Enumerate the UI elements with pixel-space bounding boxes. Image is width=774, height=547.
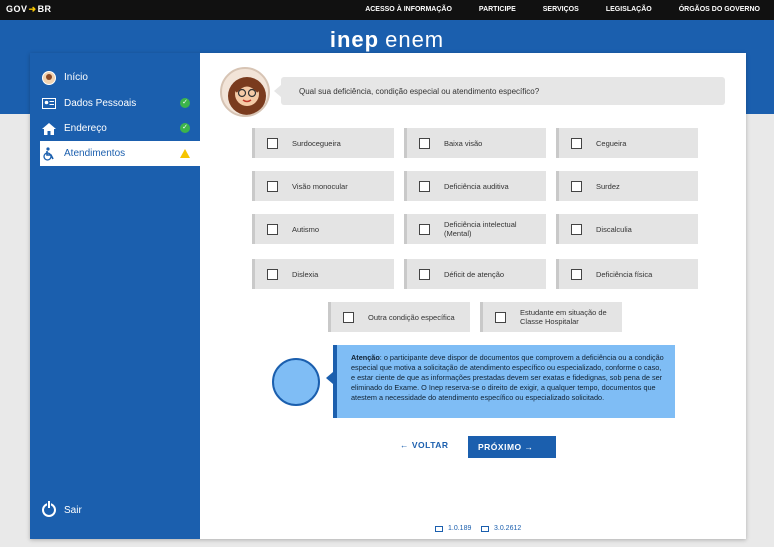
checkbox[interactable]	[495, 311, 506, 323]
checkbox[interactable]	[419, 137, 430, 149]
checkbox[interactable]	[571, 223, 582, 235]
server-icon	[481, 525, 489, 532]
power-icon	[42, 501, 56, 517]
option-dislexia[interactable]: Dislexia	[252, 259, 394, 289]
option-label: Baixa visão	[444, 138, 483, 148]
option-deficiencia-intelectual[interactable]: Deficiência intelectual (Mental)	[404, 214, 546, 244]
checkbox[interactable]	[267, 180, 278, 192]
option-baixa-visao[interactable]: Baixa visão	[404, 128, 546, 158]
option-label: Discalculia	[596, 224, 632, 234]
gov-logo-arrow-icon: ➜	[28, 4, 37, 14]
gov-br-logo[interactable]: GOV➜BR	[6, 4, 52, 15]
option-surdez[interactable]: Surdez	[556, 171, 698, 201]
option-label: Surdez	[596, 181, 620, 191]
gov-top-bar: GOV➜BR ACESSO À INFORMAÇÃO PARTICIPE SER…	[0, 0, 774, 20]
sidebar-item-label: Atendimentos	[64, 148, 126, 159]
option-label: Dislexia	[292, 269, 319, 279]
check-icon: ✓	[180, 98, 190, 108]
monitor-icon	[435, 525, 443, 532]
option-discalculia[interactable]: Discalculia	[556, 214, 698, 244]
version-right-text: 3.0.2612	[494, 525, 522, 532]
link-acesso-informacao[interactable]: ACESSO À INFORMAÇÃO	[365, 6, 452, 13]
option-surdocegueira[interactable]: Surdocegueira	[252, 128, 394, 158]
option-label: Surdocegueira	[292, 138, 341, 148]
warning-icon	[180, 149, 190, 158]
notice-text: : o participante deve dispor de document…	[351, 353, 664, 402]
assistant-avatar	[220, 67, 270, 117]
version-backend: 3.0.2612	[481, 525, 521, 532]
home-icon	[42, 122, 56, 136]
sidebar-item-inicio[interactable]: Início	[40, 65, 200, 90]
logout-label: Sair	[64, 504, 82, 516]
link-orgaos-governo[interactable]: ÓRGÃOS DO GOVERNO	[679, 6, 760, 13]
option-label: Autismo	[292, 224, 320, 234]
gov-links: ACESSO À INFORMAÇÃO PARTICIPE SERVIÇOS L…	[365, 6, 760, 13]
notice-lead: Atenção	[351, 353, 380, 362]
main-card: Início Dados Pessoais ✓ Endereço ✓ Atend…	[30, 53, 746, 539]
gov-logo-text: GOV	[6, 4, 28, 14]
option-deficiencia-auditiva[interactable]: Deficiência auditiva	[404, 171, 546, 201]
checkbox[interactable]	[571, 180, 582, 192]
option-classe-hospitalar[interactable]: Estudante em situação de Classe Hospital…	[480, 302, 622, 332]
enem-logo-text: enem	[385, 27, 445, 52]
checkbox[interactable]	[571, 268, 582, 280]
avatar-icon	[42, 70, 56, 85]
br-logo-text: BR	[37, 4, 52, 14]
checkbox[interactable]	[343, 311, 354, 323]
attention-notice: Atenção: o participante deve dispor de d…	[326, 345, 675, 418]
checkbox[interactable]	[267, 223, 278, 235]
id-card-icon	[42, 97, 56, 111]
sidebar-item-endereco[interactable]: Endereço ✓	[40, 116, 200, 141]
checkbox[interactable]	[419, 223, 430, 235]
check-icon: ✓	[180, 123, 190, 133]
option-cegueira[interactable]: Cegueira	[556, 128, 698, 158]
option-label: Visão monocular	[292, 181, 348, 191]
option-label: Cegueira	[596, 138, 627, 148]
option-deficiencia-fisica[interactable]: Deficiência física	[556, 259, 698, 289]
option-label: Deficiência intelectual (Mental)	[444, 220, 517, 238]
option-label: Deficiência física	[596, 269, 653, 279]
sidebar-item-dados-pessoais[interactable]: Dados Pessoais ✓	[40, 91, 200, 116]
back-button[interactable]: ← VOLTAR	[400, 440, 449, 450]
logout-button[interactable]: Sair	[42, 501, 82, 517]
link-legislacao[interactable]: LEGISLAÇÃO	[606, 6, 652, 13]
option-deficit-atencao[interactable]: Déficit de atenção	[404, 259, 546, 289]
checkbox[interactable]	[267, 268, 278, 280]
version-frontend: 1.0.189	[435, 525, 471, 532]
link-participe[interactable]: PARTICIPE	[479, 6, 516, 13]
option-label: Deficiência auditiva	[444, 181, 509, 191]
option-outra-condicao[interactable]: Outra condição específica	[328, 302, 470, 332]
sidebar-item-atendimentos[interactable]: Atendimentos	[40, 141, 200, 166]
option-label: Déficit de atenção	[444, 269, 505, 279]
sidebar-item-label: Dados Pessoais	[64, 98, 137, 109]
sidebar-item-label: Endereço	[64, 123, 107, 134]
next-button[interactable]: PRÓXIMO →	[468, 436, 556, 458]
inep-logo-text: inep	[329, 27, 380, 52]
option-visao-monocular[interactable]: Visão monocular	[252, 171, 394, 201]
question-bubble: Qual sua deficiência, condição especial …	[274, 77, 725, 105]
notice-circle-icon	[272, 358, 320, 406]
inep-enem-logo: inep enem	[0, 27, 774, 53]
question-text: Qual sua deficiência, condição especial …	[299, 87, 540, 96]
checkbox[interactable]	[419, 268, 430, 280]
sidebar-item-label: Início	[64, 72, 88, 83]
checkbox[interactable]	[419, 180, 430, 192]
sidebar: Início Dados Pessoais ✓ Endereço ✓ Atend…	[30, 53, 200, 539]
link-servicos[interactable]: SERVIÇOS	[543, 6, 579, 13]
option-autismo[interactable]: Autismo	[252, 214, 394, 244]
checkbox[interactable]	[267, 137, 278, 149]
option-label: Outra condição específica	[368, 312, 455, 322]
wheelchair-icon	[42, 146, 56, 161]
version-left-text: 1.0.189	[448, 525, 472, 532]
option-label: Estudante em situação de Classe Hospital…	[520, 308, 607, 326]
checkbox[interactable]	[571, 137, 582, 149]
